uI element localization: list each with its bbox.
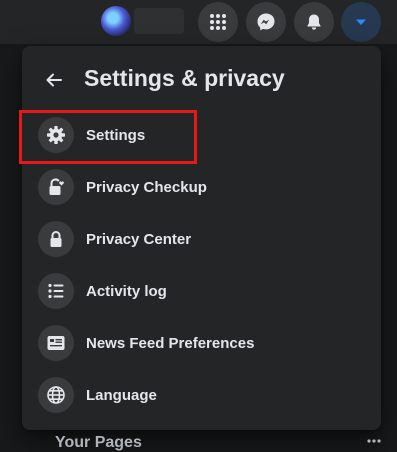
- menu-item-privacy-center[interactable]: Privacy Center: [30, 213, 373, 265]
- bell-icon: [307, 14, 321, 30]
- menu-item-icon-wrap: [38, 169, 74, 205]
- menu-item-activity-log[interactable]: Activity log: [30, 265, 373, 317]
- menu-item-icon-wrap: [38, 325, 74, 361]
- menu-item-icon-wrap: [38, 273, 74, 309]
- menu-item-language[interactable]: Language: [30, 369, 373, 421]
- settings-privacy-panel: Settings & privacy Settings Privacy Chec…: [22, 46, 381, 430]
- back-button[interactable]: [36, 62, 72, 98]
- top-navigation-bar: [0, 0, 397, 44]
- menu-item-label: Language: [86, 386, 157, 404]
- menu-item-icon-wrap: [38, 221, 74, 257]
- menu-item-icon-wrap: [38, 377, 74, 413]
- profile-avatar[interactable]: [101, 6, 131, 36]
- profile-name-blurred[interactable]: [134, 8, 184, 34]
- news-feed-icon: [47, 336, 65, 350]
- panel-title: Settings & privacy: [84, 65, 285, 91]
- menu-item-label: Privacy Center: [86, 230, 192, 248]
- messenger-icon: [257, 13, 275, 31]
- more-horizontal-icon[interactable]: [364, 433, 384, 449]
- arrow-left-icon: [46, 73, 62, 87]
- lock-heart-icon: [49, 178, 64, 195]
- your-pages-heading: Your Pages: [55, 434, 142, 451]
- menu-item-label: Privacy Checkup: [86, 178, 207, 196]
- notifications-button[interactable]: [294, 2, 334, 42]
- messenger-button[interactable]: [246, 2, 286, 42]
- menu-item-privacy-checkup[interactable]: Privacy Checkup: [30, 161, 373, 213]
- settings-highlight-box: [19, 110, 197, 164]
- panel-header: Settings & privacy: [22, 60, 381, 102]
- caret-down-icon: [356, 19, 366, 25]
- menu-item-news-feed-preferences[interactable]: News Feed Preferences: [30, 317, 373, 369]
- account-menu-button[interactable]: [341, 2, 381, 42]
- list-icon: [48, 283, 64, 299]
- menu-item-label: News Feed Preferences: [86, 334, 255, 352]
- menu-button[interactable]: [198, 2, 238, 42]
- menu-grid-icon: [210, 14, 226, 30]
- globe-icon: [47, 386, 65, 404]
- menu-item-label: Activity log: [86, 282, 167, 300]
- lock-icon: [50, 231, 62, 247]
